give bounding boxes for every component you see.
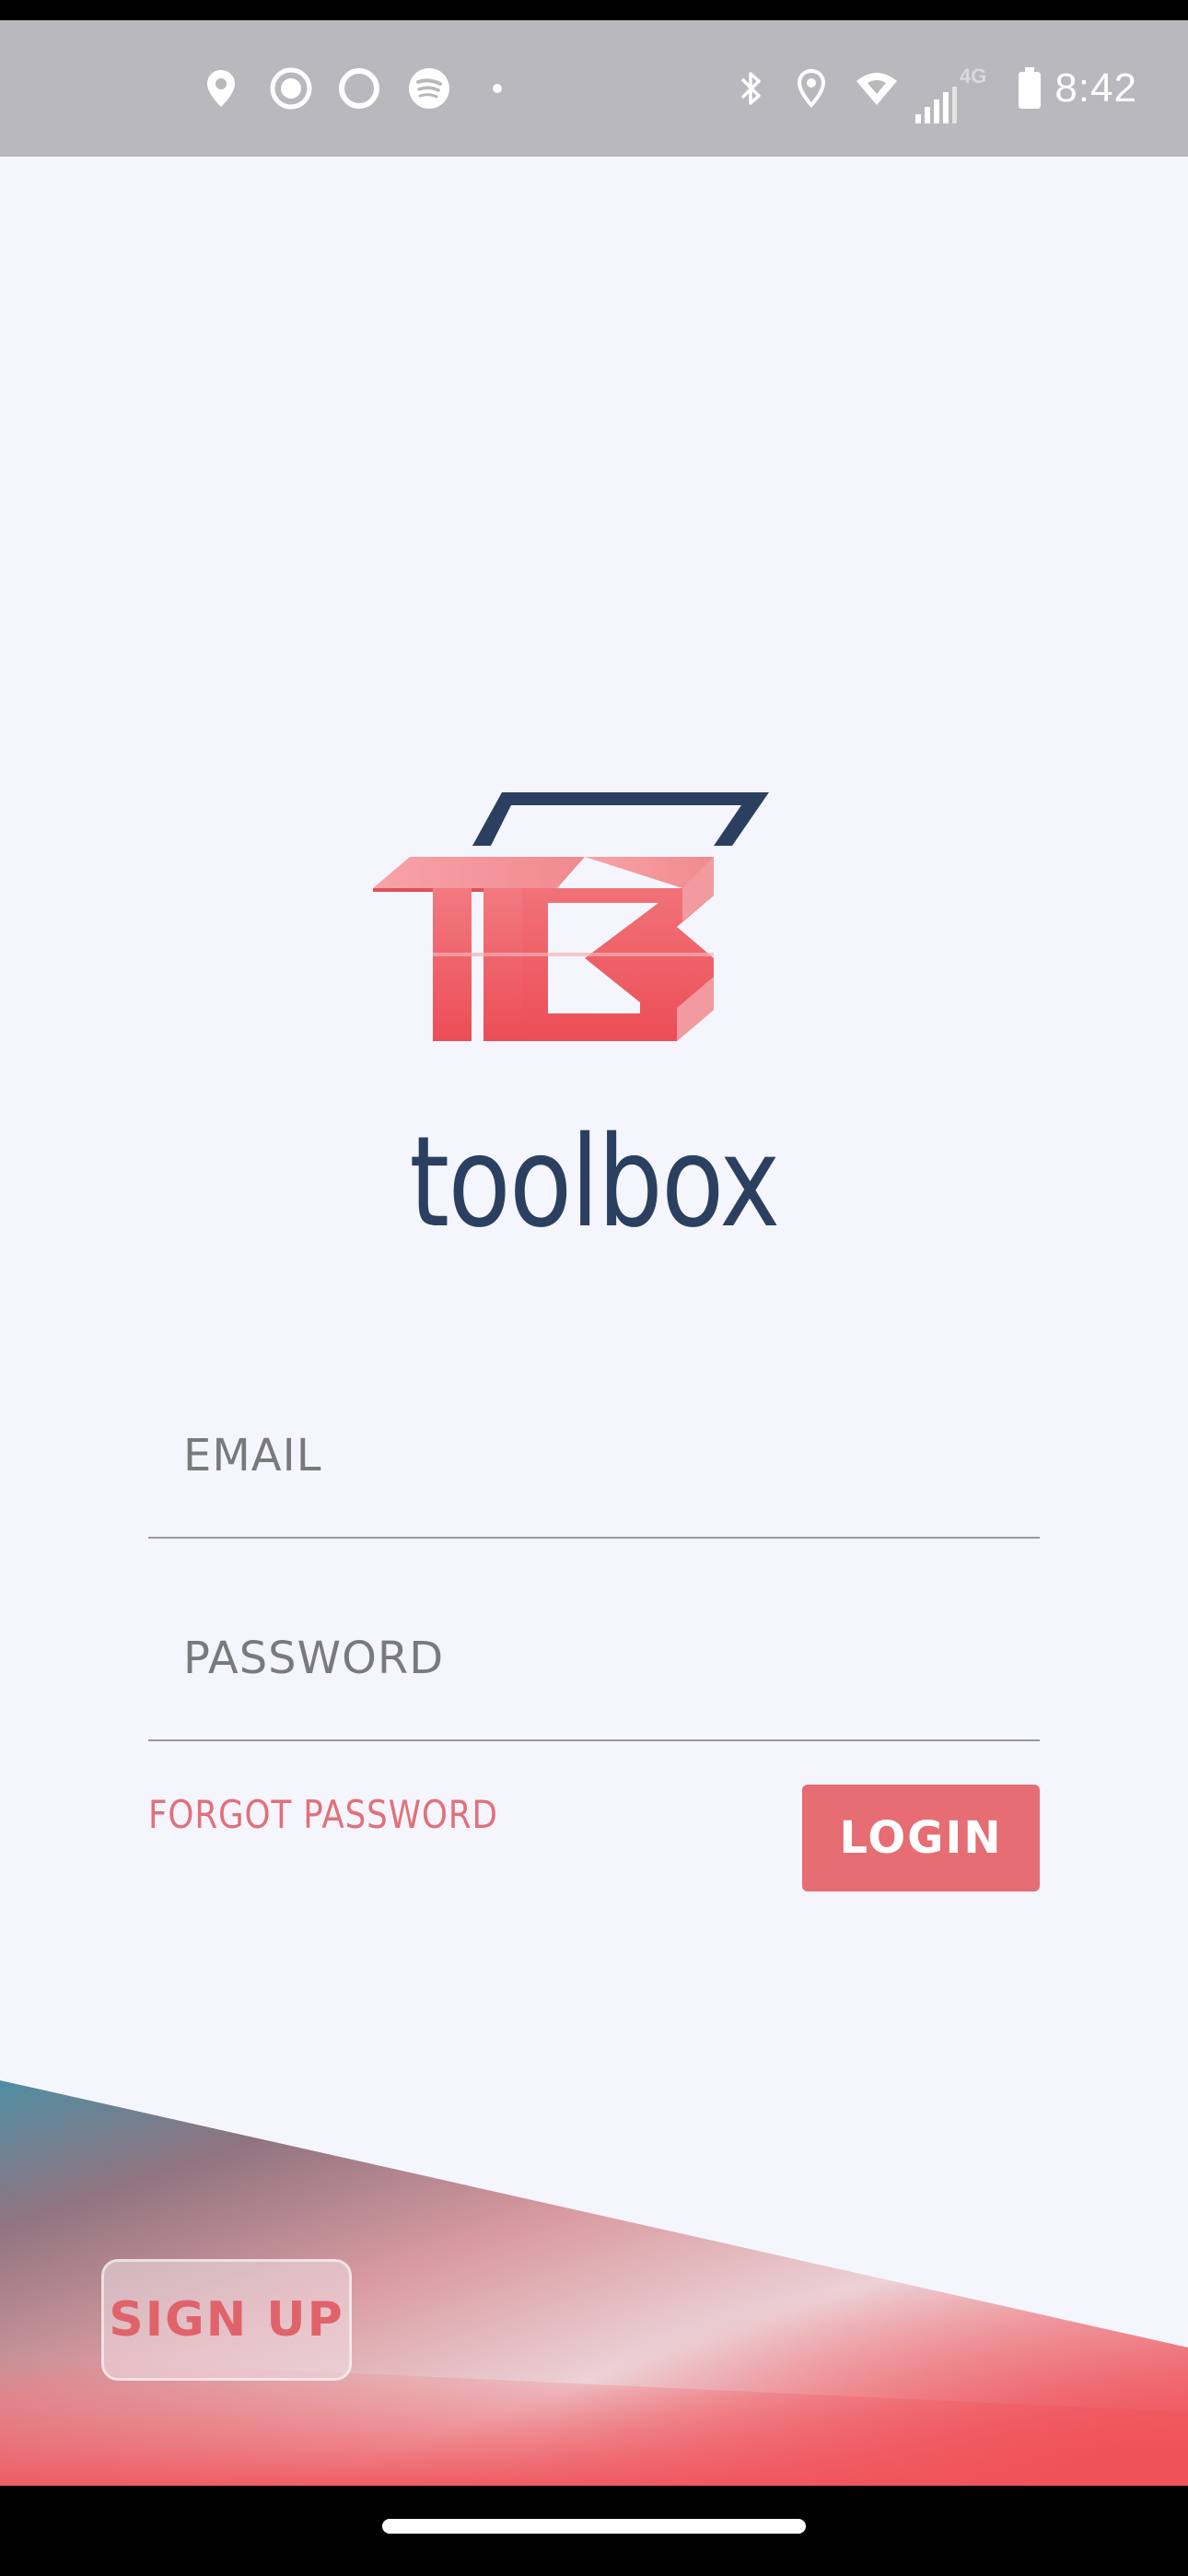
email-input[interactable] [183,1430,1012,1481]
login-button[interactable]: LOGIN [802,1785,1040,1891]
signal-icon [915,86,957,123]
clock: 8:42 [1054,65,1137,111]
bluetooth-icon [740,72,761,105]
network-type-label: 4G [960,64,987,88]
password-field [148,1631,1040,1741]
app-title: toolbox [409,1110,780,1256]
status-bar: 4G 8:42 [0,20,1188,157]
login-screen: toolbox FORGOT PASSWORD LOGIN [0,157,1188,2486]
battery-icon [1019,67,1041,109]
forgot-password-link[interactable]: FORGOT PASSWORD [148,1792,498,1837]
location-outline-icon [797,68,826,108]
location-pin-icon [207,70,235,107]
password-input[interactable] [183,1633,1012,1684]
home-indicator[interactable] [382,2519,806,2534]
record-icon [270,67,312,110]
wifi-icon [856,73,897,105]
top-frame [0,0,1188,20]
spotify-icon [409,68,449,109]
system-nav-bar [0,2486,1188,2576]
alexa-ring-icon [339,68,379,109]
sign-up-button[interactable]: SIGN UP [101,2259,352,2381]
email-field [148,1428,1040,1539]
dot-icon [493,84,502,93]
toolbox-logo [373,792,769,1041]
